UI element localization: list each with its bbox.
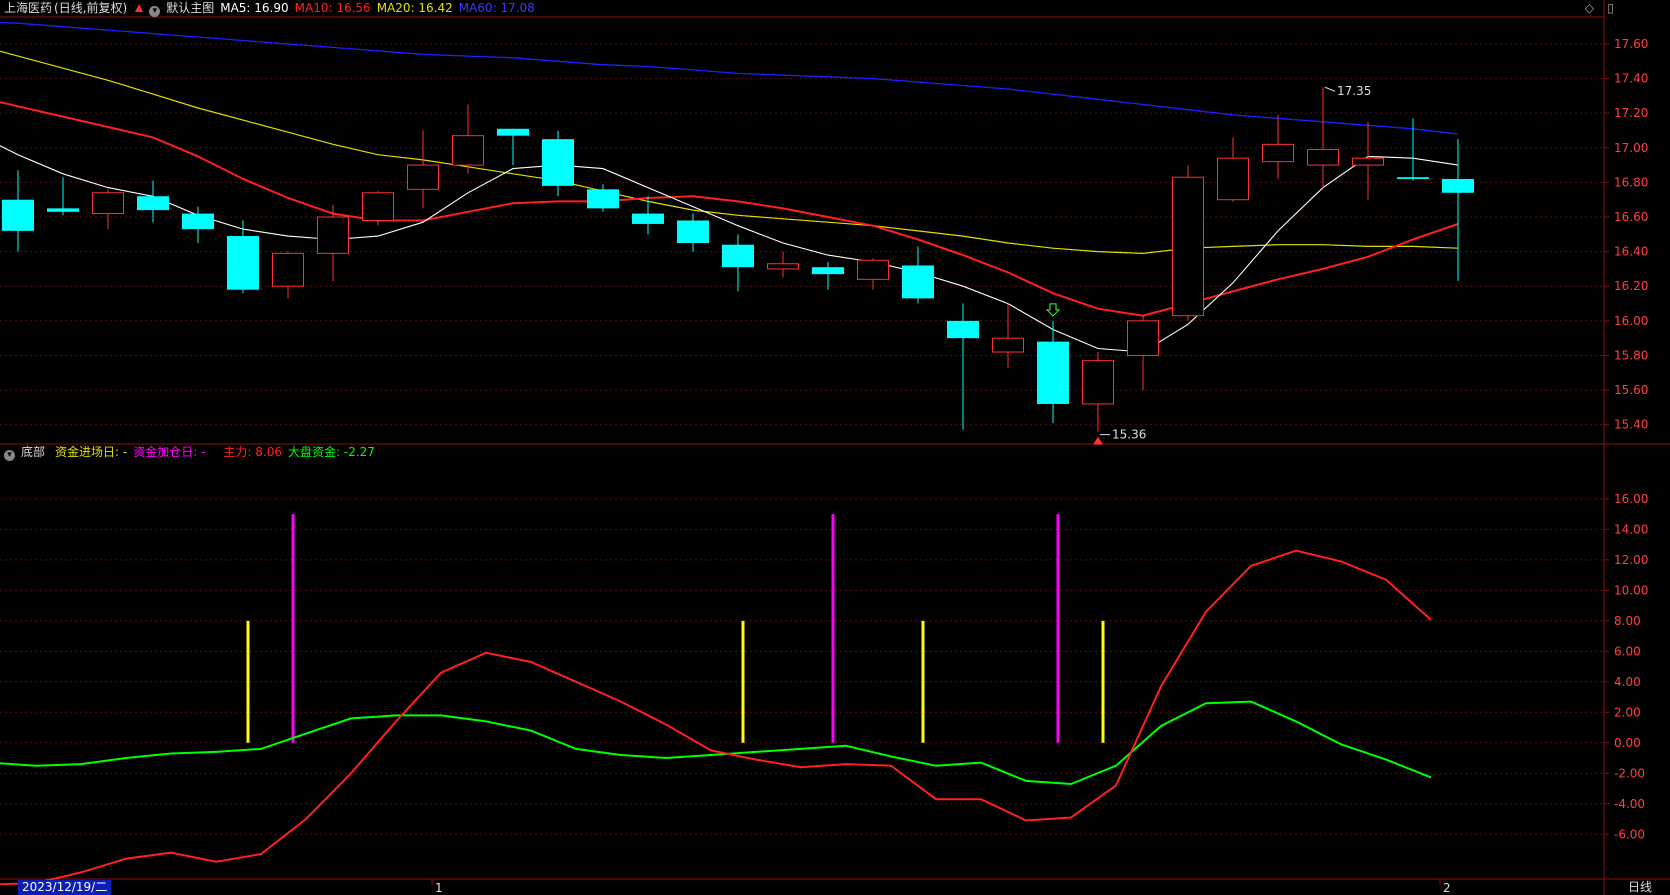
- indicator-tick-label: 8.00: [1614, 614, 1641, 628]
- candle-body-up: [992, 337, 1024, 353]
- template-name[interactable]: 默认主图: [166, 1, 214, 15]
- ma5-label: MA5: 16.90: [220, 1, 289, 15]
- candle-body-down: [497, 128, 529, 136]
- price-tick-label: 16.20: [1614, 279, 1648, 293]
- indicator-tick-label: -6.00: [1614, 827, 1645, 841]
- candle-body-up: [767, 263, 799, 270]
- entry-day-label: 资金进场日: -: [55, 445, 128, 459]
- candle-body-down: [902, 265, 934, 299]
- indicator-tick-label: -4.00: [1614, 797, 1645, 811]
- candle-body-down: [137, 196, 169, 211]
- high-label: 17.35: [1337, 84, 1371, 98]
- candle-body-down: [1442, 178, 1474, 193]
- down-arrow-icon: [1045, 303, 1061, 317]
- candle-body-down: [677, 220, 709, 243]
- indicator-tick-label: 12.00: [1614, 553, 1648, 567]
- indicator-tick-label: 2.00: [1614, 705, 1641, 719]
- main-chart-header: 上海医药 (日线,前复权) ▾ 默认主图 MA5: 16.90 MA10: 16.56 MA…: [4, 0, 541, 17]
- indicator-tick-label: 14.00: [1614, 522, 1648, 536]
- candle-body-down: [632, 213, 664, 224]
- price-tick-label: 16.00: [1614, 314, 1648, 328]
- low-label: 15.36: [1112, 428, 1146, 442]
- chevron-down-icon[interactable]: ▾: [149, 6, 161, 17]
- price-tick-label: 15.80: [1614, 348, 1648, 362]
- candle-body-up: [1352, 157, 1384, 166]
- indicator-tick-label: 6.00: [1614, 644, 1641, 658]
- ma10-label: MA10: 16.56: [294, 1, 371, 15]
- add-day-label: 资金加仓日: -: [133, 445, 206, 459]
- ma60-label: MA60: 17.08: [458, 1, 535, 15]
- candle-body-up: [452, 135, 484, 166]
- high-marker-line: [1324, 86, 1336, 92]
- candle-body-down: [542, 139, 574, 186]
- buy-signal-icon: [1093, 436, 1103, 445]
- diamond-icon[interactable]: ◇: [1585, 1, 1594, 15]
- indicator-tick-label: 4.00: [1614, 675, 1641, 689]
- candle-body-up: [1307, 149, 1339, 166]
- month-tick-label: 2: [1443, 881, 1451, 895]
- candle-body-down: [812, 267, 844, 275]
- main-force-label: 主力: 8.06: [223, 445, 282, 459]
- candle-body-up: [317, 216, 349, 254]
- ma20-label: MA20: 16.42: [376, 1, 453, 15]
- candle-body-down: [947, 320, 979, 339]
- candle-body-down: [2, 199, 34, 231]
- price-tick-label: 17.40: [1614, 72, 1648, 86]
- candle-body-down: [1037, 341, 1069, 404]
- price-tick-label: 17.60: [1614, 37, 1648, 51]
- candle-body-up: [1127, 320, 1159, 356]
- candle-body-up: [1217, 157, 1249, 201]
- candle-body-down: [722, 244, 754, 268]
- crosshair-date: 2023/12/19/二: [18, 880, 112, 895]
- chevron-down-icon[interactable]: ▾: [4, 450, 15, 461]
- candle-body-down: [587, 189, 619, 209]
- candle-body-down: [47, 208, 79, 212]
- candle-body-up: [1172, 176, 1204, 317]
- price-tick-label: 16.40: [1614, 245, 1648, 259]
- candle-body-up: [1082, 360, 1114, 405]
- indicator-name[interactable]: 底部: [21, 445, 45, 459]
- indicator-tick-label: 0.00: [1614, 736, 1641, 750]
- indicator-tick-label: 10.00: [1614, 583, 1648, 597]
- stock-name: 上海医药: [4, 1, 53, 15]
- indicator-header: ▾ 底部 资金进场日: - 资金加仓日: - 主力: 8.06 大盘资金: -2.27: [4, 444, 381, 461]
- up-arrow-icon: [135, 4, 144, 12]
- ma60-line: [0, 21, 1459, 135]
- candle-body-up: [1262, 143, 1294, 163]
- indicator-tick-label: -2.00: [1614, 766, 1645, 780]
- candle-body-up: [857, 259, 889, 280]
- candle-body-down: [182, 213, 214, 230]
- candle-body-up: [272, 252, 304, 287]
- price-tick-label: 15.40: [1614, 418, 1648, 432]
- period-label[interactable]: 日线: [1628, 880, 1652, 895]
- ma10-line: [0, 101, 1459, 317]
- indicator-tick-label: 16.00: [1614, 492, 1648, 506]
- price-tick-label: 17.20: [1614, 106, 1648, 120]
- price-tick-label: 16.60: [1614, 210, 1648, 224]
- price-tick-label: 16.80: [1614, 175, 1648, 189]
- panel-toggle-icon[interactable]: ▯: [1607, 1, 1614, 15]
- candle-body-down: [1397, 177, 1429, 179]
- candle-body-up: [407, 164, 439, 190]
- period-adjust-label: (日线,前复权): [54, 1, 128, 15]
- price-tick-label: 17.00: [1614, 141, 1648, 155]
- candle-body-down: [227, 236, 259, 290]
- month-tick-label: 1: [435, 881, 443, 895]
- candle-body-up: [362, 192, 394, 221]
- price-tick-label: 15.60: [1614, 383, 1648, 397]
- market-fund-label: 大盘资金: -2.27: [288, 445, 375, 459]
- candle-body-up: [92, 192, 124, 215]
